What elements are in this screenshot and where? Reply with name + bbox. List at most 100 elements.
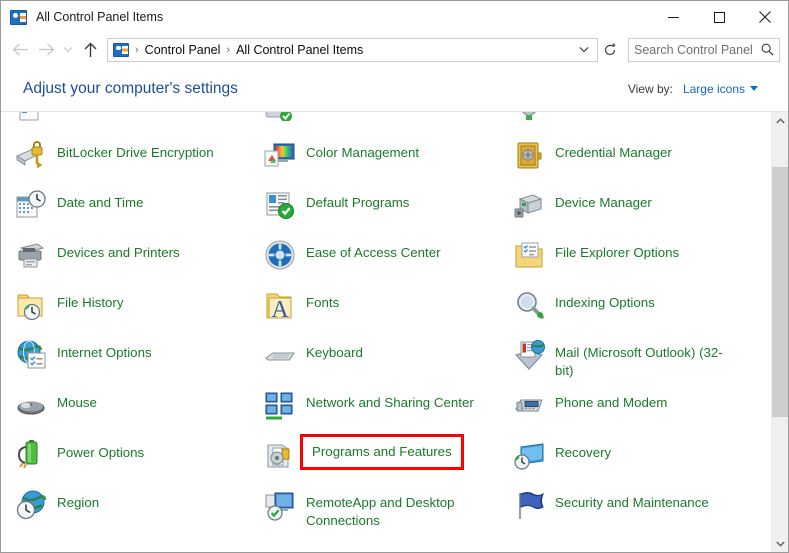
control-panel-item[interactable]: Security and Maintenance xyxy=(513,483,757,533)
bitlocker-icon xyxy=(15,139,47,171)
control-panel-item[interactable]: Color Management xyxy=(264,133,513,183)
control-panel-item-label[interactable]: Credential Manager xyxy=(555,139,672,162)
control-panel-item[interactable]: File History xyxy=(15,283,264,333)
control-panel-item[interactable]: Network and Sharing Center xyxy=(264,383,513,433)
view-by-control: View by: Large icons xyxy=(628,82,772,96)
scroll-up-arrow-icon[interactable] xyxy=(772,112,788,129)
control-panel-item[interactable]: Default Programs xyxy=(264,183,513,233)
control-panel-item[interactable]: Programs and Features xyxy=(264,433,513,483)
control-panel-item-label[interactable]: File Explorer Options xyxy=(555,239,679,262)
control-panel-item-label[interactable]: Region xyxy=(57,489,99,512)
control-panel-item-label[interactable]: RemoteApp and Desktop Connections xyxy=(306,489,491,530)
control-panel-item[interactable]: Devices and Printers xyxy=(15,233,264,283)
breadcrumb-separator: › xyxy=(226,44,230,56)
minimize-button[interactable] xyxy=(650,1,696,33)
window-controls xyxy=(650,1,788,33)
control-panel-item-label[interactable]: Device Manager xyxy=(555,189,652,212)
refresh-button[interactable] xyxy=(598,39,622,61)
control-panel-item-label[interactable]: Network and Sharing Center xyxy=(306,389,474,412)
svg-text:A: A xyxy=(271,297,289,321)
recent-locations-button[interactable] xyxy=(59,37,77,63)
control-panel-item-label[interactable]: Fonts xyxy=(306,289,339,312)
control-panel-item-label[interactable]: File History xyxy=(57,289,124,312)
control-panel-item-label[interactable]: Internet Options xyxy=(57,339,152,362)
view-by-value[interactable]: Large icons xyxy=(683,82,758,96)
control-panel-item-label[interactable]: Ease of Access Center xyxy=(306,239,441,262)
control-panel-item-label[interactable]: Mail (Microsoft Outlook) (32-bit) xyxy=(555,339,740,380)
control-panel-item[interactable] xyxy=(15,112,264,133)
control-panel-item[interactable]: Internet Options xyxy=(15,333,264,383)
device-manager-icon xyxy=(513,189,545,221)
cut-off-top-left xyxy=(15,112,47,121)
back-button[interactable] xyxy=(7,37,33,63)
breadcrumb-separator: › xyxy=(135,44,139,56)
control-panel-item[interactable]: Recovery xyxy=(513,433,757,483)
control-panel-item[interactable]: Ease of Access Center xyxy=(264,233,513,283)
control-panel-window: All Control Panel Items xyxy=(0,0,789,553)
file-history-icon xyxy=(15,289,47,321)
control-panel-item[interactable]: Mail (Microsoft Outlook) (32-bit) xyxy=(513,333,757,383)
control-panel-item-label[interactable]: Date and Time xyxy=(57,189,143,212)
scrollbar-thumb[interactable] xyxy=(772,167,788,417)
vertical-scrollbar[interactable] xyxy=(771,112,788,552)
address-bar: › Control Panel › All Control Panel Item… xyxy=(1,33,788,66)
control-panel-item-label[interactable]: Indexing Options xyxy=(555,289,655,312)
indexing-options-icon xyxy=(513,289,545,321)
control-panel-item[interactable]: Power Options xyxy=(15,433,264,483)
control-panel-item-label[interactable]: Devices and Printers xyxy=(57,239,180,262)
power-options-icon xyxy=(15,439,47,471)
control-panel-item[interactable]: RemoteApp and Desktop Connections xyxy=(264,483,513,533)
chevron-down-icon[interactable] xyxy=(574,39,594,61)
mail-icon xyxy=(513,339,545,371)
breadcrumb-control-panel-icon xyxy=(113,43,129,57)
window-title: All Control Panel Items xyxy=(36,10,163,24)
control-panel-item[interactable]: BitLocker Drive Encryption xyxy=(15,133,264,183)
maximize-button[interactable] xyxy=(696,1,742,33)
control-panel-item[interactable]: (Windows 7) xyxy=(513,112,757,133)
breadcrumb-item-all-control-panel-items[interactable]: All Control Panel Items xyxy=(236,43,363,57)
control-panel-item-label[interactable]: Security and Maintenance xyxy=(555,489,709,512)
control-panel-item[interactable]: Credential Manager xyxy=(513,133,757,183)
control-panel-icon xyxy=(10,10,27,25)
keyboard-icon xyxy=(264,339,296,371)
page-title: Adjust your computer's settings xyxy=(23,80,238,98)
control-panel-item-label[interactable]: Power Options xyxy=(57,439,144,462)
control-panel-item[interactable]: Phone and Modem xyxy=(513,383,757,433)
internet-options-icon xyxy=(15,339,47,371)
control-panel-item[interactable]: A Fonts xyxy=(264,283,513,333)
search-input[interactable]: Search Control Panel xyxy=(628,38,780,62)
control-panel-item[interactable]: Indexing Options xyxy=(513,283,757,333)
scroll-down-arrow-icon[interactable] xyxy=(772,535,788,552)
up-button[interactable] xyxy=(77,37,103,63)
control-panel-item-label[interactable]: Default Programs xyxy=(306,189,409,212)
control-panel-item-label[interactable]: BitLocker Drive Encryption xyxy=(57,139,214,162)
date-and-time-icon xyxy=(15,189,47,221)
default-programs-icon xyxy=(264,189,296,221)
control-panel-item-label[interactable]: Recovery xyxy=(555,439,611,462)
control-panel-item-label[interactable]: Color Management xyxy=(306,139,419,162)
control-panel-item-label[interactable]: Programs and Features xyxy=(306,440,458,464)
control-panel-item-label[interactable]: Keyboard xyxy=(306,339,363,362)
cut-off-top-middle xyxy=(264,112,296,121)
view-by-value-text: Large icons xyxy=(683,82,745,96)
breadcrumb-item-control-panel[interactable]: Control Panel xyxy=(145,43,221,57)
breadcrumb[interactable]: › Control Panel › All Control Panel Item… xyxy=(107,38,598,62)
control-panel-item[interactable]: Device Manager xyxy=(513,183,757,233)
control-panel-item[interactable]: Mouse xyxy=(15,383,264,433)
region-icon xyxy=(15,489,47,521)
control-panel-item[interactable]: Date and Time xyxy=(15,183,264,233)
title-bar: All Control Panel Items xyxy=(1,1,788,33)
control-panel-item[interactable]: Region xyxy=(15,483,264,533)
forward-button[interactable] xyxy=(33,37,59,63)
chevron-down-icon xyxy=(750,86,758,91)
search-icon[interactable] xyxy=(761,43,774,56)
close-button[interactable] xyxy=(742,1,788,33)
security-maintenance-icon xyxy=(513,489,545,521)
control-panel-items-grid: (Windows 7) BitLocker Drive Encryption C… xyxy=(15,112,757,533)
control-panel-item[interactable]: Keyboard xyxy=(264,333,513,383)
control-panel-item[interactable] xyxy=(264,112,513,133)
phone-and-modem-icon xyxy=(513,389,545,421)
control-panel-item-label[interactable]: Phone and Modem xyxy=(555,389,667,412)
control-panel-item[interactable]: File Explorer Options xyxy=(513,233,757,283)
control-panel-item-label[interactable]: Mouse xyxy=(57,389,97,412)
